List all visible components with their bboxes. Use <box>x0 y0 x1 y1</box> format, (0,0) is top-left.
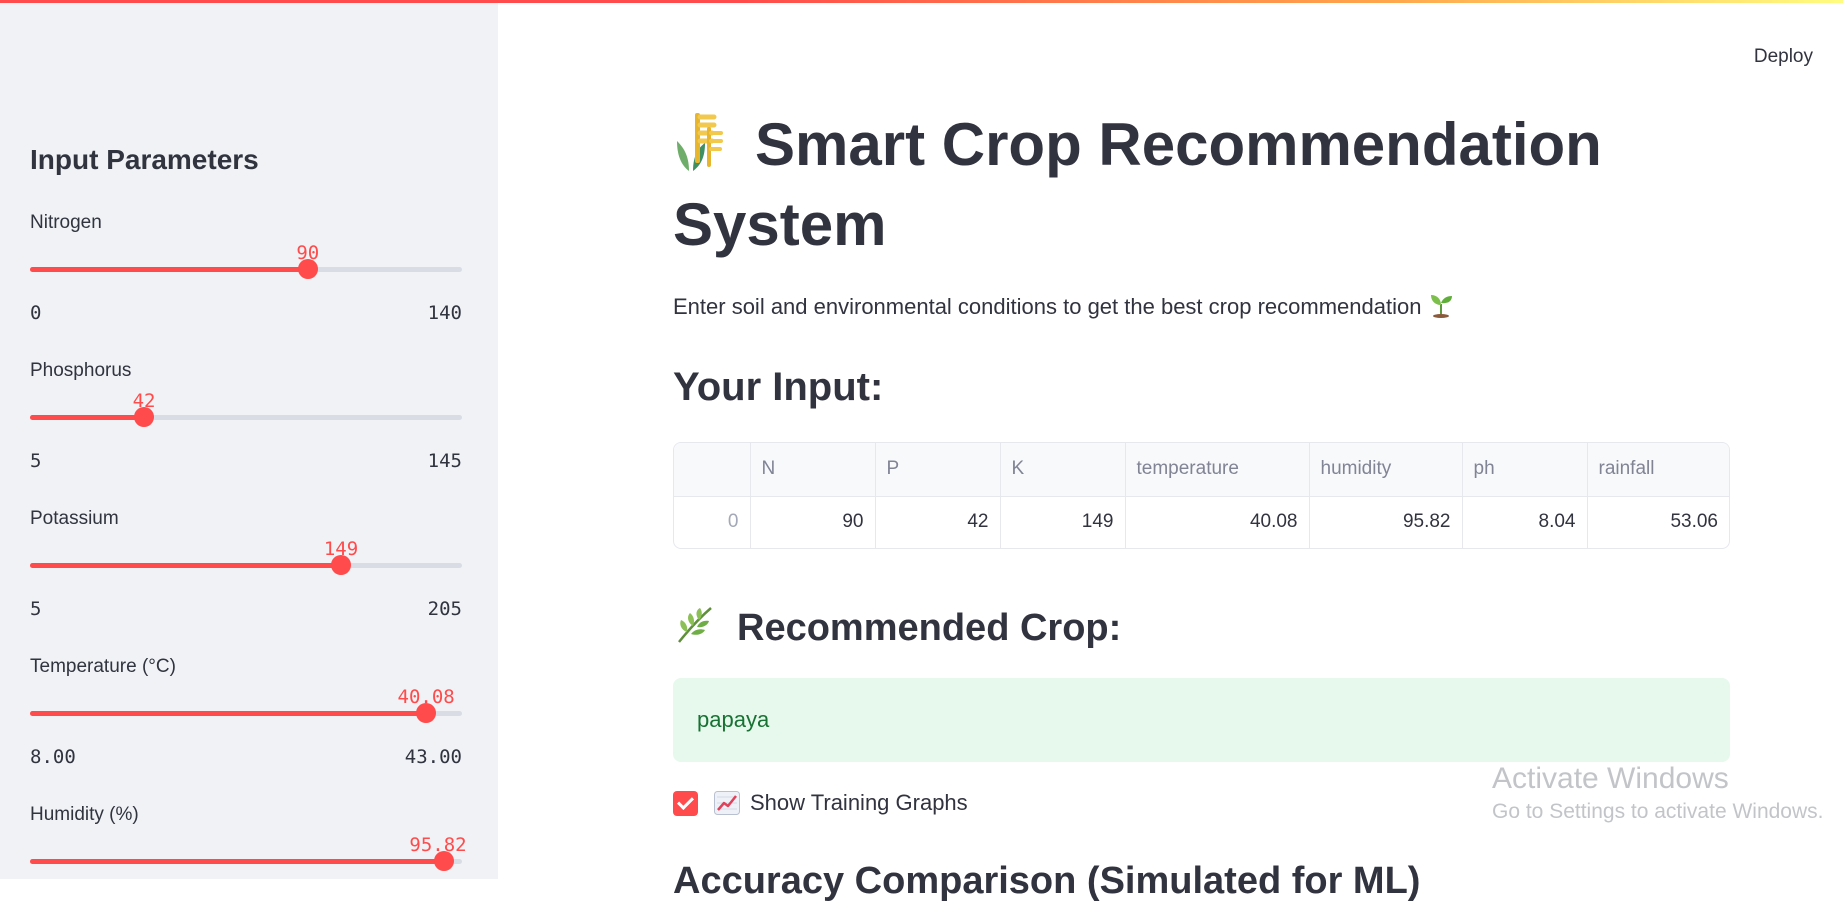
slider-label: Potassium <box>30 508 119 529</box>
slider-thumb[interactable] <box>297 259 318 279</box>
slider-fill <box>30 415 145 420</box>
slider-track[interactable] <box>30 415 462 420</box>
slider-fill <box>30 563 342 568</box>
slider-label: Nitrogen <box>30 212 102 233</box>
recommended-crop-value: papaya <box>697 707 770 732</box>
table-row: 0 90 42 149 40.08 95.82 8.04 53.06 <box>674 496 1729 548</box>
table-cell[interactable]: 95.82 <box>1309 496 1463 548</box>
recommended-crop-result: papaya <box>673 678 1730 762</box>
slider-min: 5 <box>30 598 42 620</box>
slider-thumb[interactable] <box>416 703 437 723</box>
slider-track[interactable] <box>30 267 462 272</box>
slider-thumb[interactable] <box>433 851 454 871</box>
table-cell[interactable]: 149 <box>1000 496 1126 548</box>
show-training-graphs-label: Show Training Graphs <box>750 790 968 815</box>
temperature-slider[interactable]: Temperature (°C) 40.08 8.00 43.00 <box>30 656 462 776</box>
watermark-subtitle: Go to Settings to activate Windows. <box>1492 800 1824 823</box>
page-title-text: Smart Crop Recommendation System <box>673 111 1602 258</box>
table-cell[interactable]: 90 <box>750 496 876 548</box>
table-cell[interactable]: 8.04 <box>1462 496 1588 548</box>
slider-thumb[interactable] <box>134 407 155 427</box>
table-header[interactable]: humidity <box>1309 443 1463 496</box>
subtitle-text: Enter soil and environmental conditions … <box>673 294 1422 319</box>
table-header[interactable]: P <box>875 443 1001 496</box>
table-header <box>674 443 751 496</box>
table-cell[interactable]: 40.08 <box>1125 496 1310 548</box>
slider-fill <box>30 859 444 864</box>
slider-track[interactable] <box>30 859 462 864</box>
sidebar: Input Parameters Nitrogen 90 0 140 Phosp… <box>0 0 498 879</box>
slider-track[interactable] <box>30 563 462 568</box>
slider-max: 205 <box>427 598 462 620</box>
slider-min: 0 <box>30 302 42 324</box>
table-header[interactable]: temperature <box>1125 443 1310 496</box>
slider-label: Phosphorus <box>30 360 132 381</box>
page-title: Smart Crop Recommendation System <box>673 105 1753 265</box>
input-table[interactable]: N P K temperature humidity ph rainfall 0… <box>673 442 1730 549</box>
show-training-graphs-checkbox[interactable]: Show Training Graphs <box>673 790 968 816</box>
table-header[interactable]: ph <box>1462 443 1588 496</box>
table-header[interactable]: N <box>750 443 876 496</box>
checkbox-checked[interactable] <box>673 790 698 816</box>
slider-max: 145 <box>427 450 462 472</box>
slider-label: Humidity (%) <box>30 804 139 825</box>
slider-thumb[interactable] <box>331 555 352 575</box>
slider-min: 5 <box>30 450 42 472</box>
nitrogen-slider[interactable]: Nitrogen 90 0 140 <box>30 212 462 332</box>
recommended-crop-heading-text: Recommended Crop: <box>737 607 1122 649</box>
top-decoration-bar <box>0 0 1843 3</box>
sidebar-heading: Input Parameters <box>30 144 259 175</box>
slider-fill <box>30 711 427 716</box>
deploy-button[interactable]: Deploy <box>1748 42 1819 72</box>
watermark-title: Activate Windows <box>1492 762 1729 795</box>
page-subtitle: Enter soil and environmental conditions … <box>673 290 1455 320</box>
humidity-slider[interactable]: Humidity (%) 95.82 <box>30 804 467 924</box>
wheat-icon <box>673 105 725 171</box>
recommended-crop-heading: Recommended Crop: <box>673 602 1121 650</box>
slider-min: 8.00 <box>30 746 76 768</box>
potassium-slider[interactable]: Potassium 149 5 205 <box>30 508 462 628</box>
seedling-icon <box>1427 290 1455 318</box>
phosphorus-slider[interactable]: Phosphorus 42 5 145 <box>30 360 462 480</box>
slider-fill <box>30 267 308 272</box>
slider-max: 140 <box>427 302 462 324</box>
table-header[interactable]: rainfall <box>1587 443 1729 496</box>
windows-activation-watermark: Activate Windows Go to Settings to activ… <box>1492 762 1824 824</box>
accuracy-section-heading: Accuracy Comparison (Simulated for ML) <box>673 860 1421 902</box>
table-cell[interactable]: 53.06 <box>1587 496 1729 548</box>
slider-label: Temperature (°C) <box>30 656 176 677</box>
table-cell[interactable]: 42 <box>875 496 1001 548</box>
table-header-row: N P K temperature humidity ph rainfall <box>674 443 1729 496</box>
chart-increasing-icon <box>714 791 740 815</box>
slider-max: 43.00 <box>404 746 462 768</box>
table-header[interactable]: K <box>1000 443 1126 496</box>
input-heading: Your Input: <box>673 365 884 409</box>
slider-track[interactable] <box>30 711 462 716</box>
table-row-index: 0 <box>674 496 751 548</box>
herb-leaf-icon <box>673 602 717 646</box>
